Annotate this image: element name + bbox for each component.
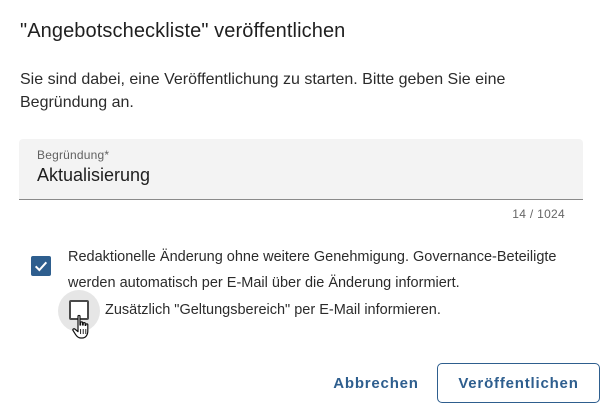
dialog-message: Sie sind dabei, eine Veröffentlichung zu…: [20, 71, 506, 111]
character-counter: 14 / 1024: [512, 207, 565, 221]
reason-field-label: Begründung*: [37, 148, 110, 162]
editorial-change-checkbox[interactable]: [31, 256, 51, 276]
hand-pointer-icon: [72, 314, 89, 339]
reason-text-field[interactable]: Begründung*: [19, 139, 583, 200]
cancel-button[interactable]: Abbrechen: [322, 365, 430, 401]
checkmark-icon: [34, 261, 48, 272]
reason-input[interactable]: [37, 165, 567, 186]
notify-scope-label: Zusätzlich "Geltungsbereich" per E-Mail …: [105, 302, 441, 318]
publish-button[interactable]: Veröffentlichen: [437, 363, 600, 403]
dialog-title: "Angebotscheckliste" veröffentlichen: [20, 20, 346, 42]
editorial-change-label: Redaktionelle Änderung ohne weitere Gene…: [68, 249, 557, 291]
